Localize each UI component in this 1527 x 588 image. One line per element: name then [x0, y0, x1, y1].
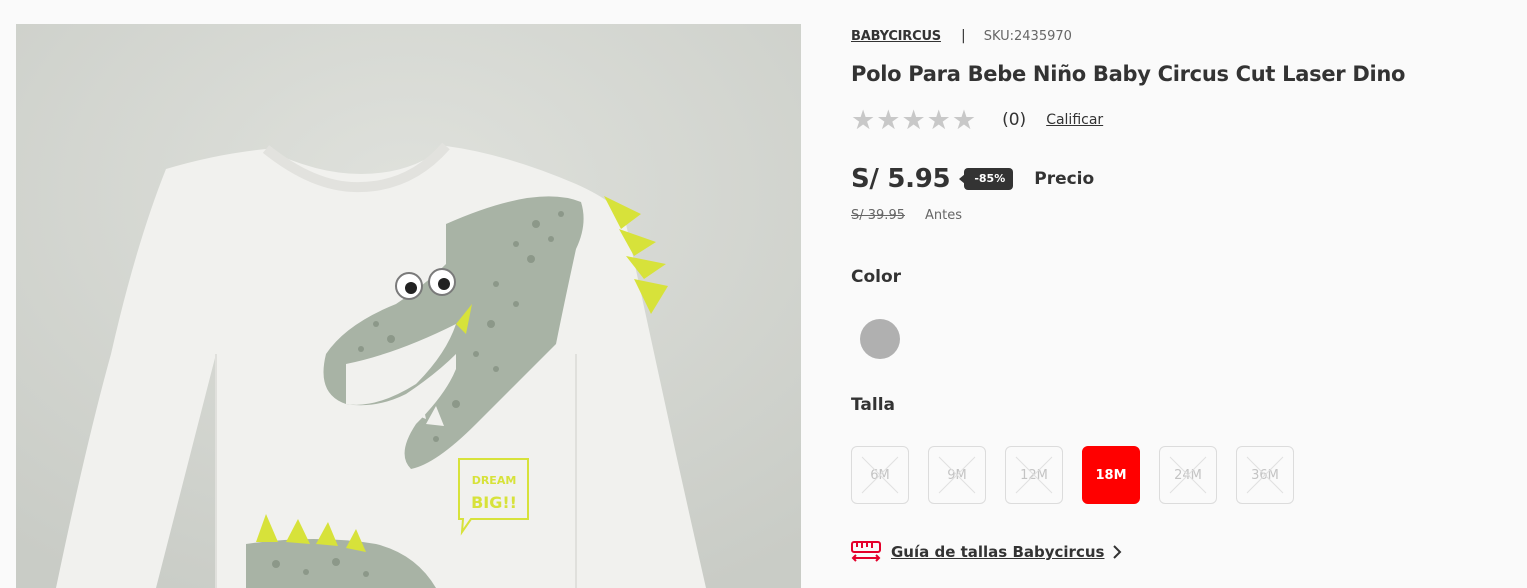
size-selector: 6M 9M 12M 18M 24M 36M: [851, 446, 1294, 504]
old-price-row: S/ 39.95 Antes: [851, 206, 962, 224]
unavailable-cross-icon: [1246, 456, 1284, 494]
product-title: Polo Para Bebe Niño Baby Circus Cut Lase…: [851, 62, 1406, 86]
star-icon: ★: [951, 104, 977, 136]
size-option-24m[interactable]: 24M: [1159, 446, 1217, 504]
price-row: S/ 5.95 -85% Precio: [851, 162, 1094, 196]
review-count: (0): [1002, 110, 1027, 130]
separator: |: [960, 28, 966, 44]
chevron-right-icon: [1113, 545, 1122, 559]
size-label: Talla: [851, 395, 896, 415]
unavailable-cross-icon: [938, 456, 976, 494]
ruler-icon: [851, 541, 881, 562]
star-rating[interactable]: ★ ★ ★ ★ ★: [851, 107, 976, 134]
star-icon: ★: [876, 104, 901, 136]
svg-text:BIG!!: BIG!!: [471, 493, 517, 512]
rating-row: ★ ★ ★ ★ ★ (0) Calificar: [851, 106, 1103, 134]
size-guide-link[interactable]: Guía de tallas Babycircus: [891, 543, 1104, 561]
unavailable-cross-icon: [1169, 456, 1207, 494]
size-option-12m[interactable]: 12M: [1005, 446, 1063, 504]
star-icon: ★: [851, 104, 876, 136]
size-option-6m[interactable]: 6M: [851, 446, 909, 504]
product-info: BABYCIRCUS | SKU:2435970 Polo Para Bebe …: [851, 0, 1491, 588]
star-icon: ★: [901, 104, 926, 136]
old-price: S/ 39.95: [851, 207, 905, 223]
svg-text:DREAM: DREAM: [472, 474, 517, 487]
old-price-label: Antes: [924, 207, 962, 223]
sku-text: SKU:2435970: [983, 28, 1072, 44]
unavailable-cross-icon: [1015, 456, 1053, 494]
color-label: Color: [851, 267, 902, 287]
size-option-label: 18M: [1095, 467, 1127, 483]
size-option-9m[interactable]: 9M: [928, 446, 986, 504]
discount-badge: -85%: [959, 168, 1014, 190]
current-price: S/ 5.95: [851, 164, 951, 194]
size-option-18m[interactable]: 18M: [1082, 446, 1140, 504]
rate-link[interactable]: Calificar: [1046, 112, 1103, 128]
brand-link[interactable]: BABYCIRCUS: [851, 29, 941, 44]
price-label: Precio: [1034, 169, 1095, 189]
breadcrumb-fragment: [0, 0, 200, 4]
size-option-36m[interactable]: 36M: [1236, 446, 1294, 504]
size-guide-row[interactable]: Guía de tallas Babycircus: [851, 539, 1122, 565]
color-swatch-grey[interactable]: [860, 319, 900, 359]
brand-sku-row: BABYCIRCUS | SKU:2435970: [851, 26, 1072, 46]
product-image[interactable]: DREAM BIG!!: [16, 24, 801, 588]
unavailable-cross-icon: [861, 456, 899, 494]
star-icon: ★: [926, 104, 951, 136]
